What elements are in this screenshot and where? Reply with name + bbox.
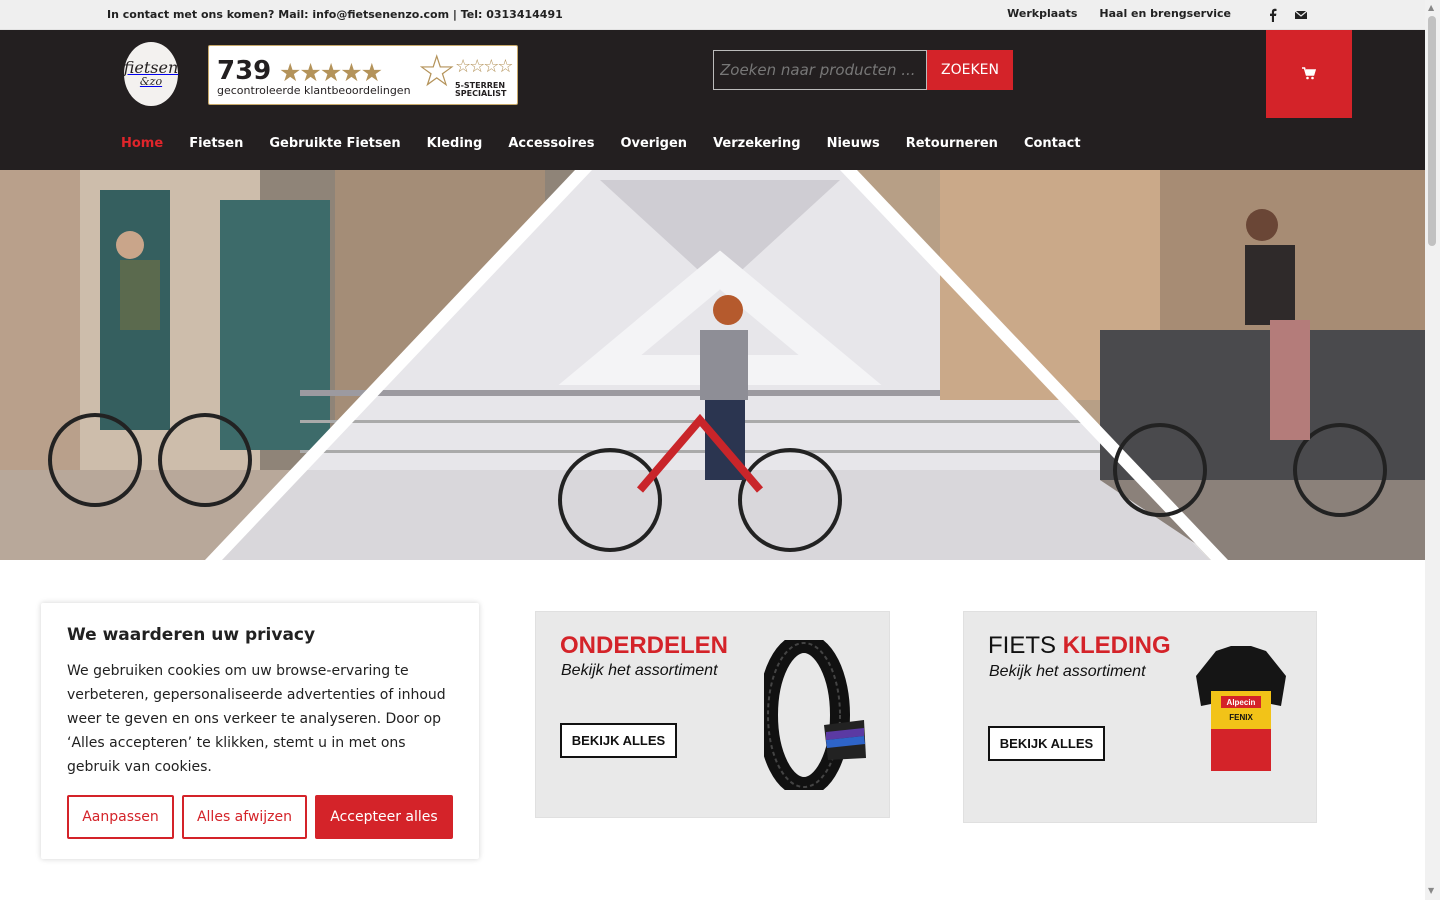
promo-subtitle: Bekijk het assortiment	[989, 663, 1146, 680]
logo-text-1: fietsen	[123, 58, 179, 77]
nav-accessoires[interactable]: Accessoires	[495, 136, 607, 151]
promo-card-onderdelen[interactable]: ONDERDELEN Bekijk het assortiment BEKIJK…	[535, 611, 890, 818]
badge-text: 5-STERREN SPECIALIST	[455, 81, 507, 98]
nav-gebruikte-fietsen[interactable]: Gebruikte Fietsen	[256, 136, 413, 151]
top-bar: In contact met ons komen? Mail: info@fie…	[0, 0, 1425, 30]
top-links: Werkplaats Haal en brengservice	[985, 7, 1231, 20]
cookie-consent-dialog: We waarderen uw privacy We gebruiken coo…	[41, 603, 479, 859]
scroll-up-icon[interactable]: ▲	[1428, 3, 1434, 12]
hero-banner	[0, 170, 1425, 560]
tire-image	[764, 640, 866, 790]
link-haal-en-brengservice[interactable]: Haal en brengservice	[1099, 7, 1231, 20]
review-label: gecontroleerde klantbeoordelingen	[217, 84, 411, 97]
search-form: ZOEKEN	[713, 50, 1013, 90]
promo-title: FIETS KLEDING	[988, 632, 1171, 659]
bekijk-alles-button[interactable]: BEKIJK ALLES	[988, 726, 1105, 761]
big-star-icon: ☆	[417, 46, 457, 97]
cart-button[interactable]	[1266, 30, 1352, 118]
svg-text:FENIX: FENIX	[1229, 713, 1253, 722]
nav-home[interactable]: Home	[108, 136, 176, 151]
social-links	[1266, 7, 1308, 22]
logo-text-2: &zo	[139, 75, 163, 88]
hero-image	[0, 170, 1425, 560]
nav-overigen[interactable]: Overigen	[607, 136, 700, 151]
contact-info: In contact met ons komen? Mail: info@fie…	[107, 8, 563, 21]
nav-contact[interactable]: Contact	[1011, 136, 1094, 151]
scroll-down-icon[interactable]: ▼	[1428, 886, 1434, 895]
rating-stars-icon: ★★★★★	[279, 58, 383, 87]
main-nav: Home Fietsen Gebruikte Fietsen Kleding A…	[108, 136, 1094, 151]
jersey-image: Alpecin FENIX	[1196, 646, 1286, 771]
mail-icon[interactable]	[1294, 7, 1308, 21]
site-logo[interactable]: fietsen &zo	[124, 42, 178, 106]
nav-nieuws[interactable]: Nieuws	[814, 136, 893, 151]
review-count: 739	[217, 56, 272, 86]
cart-icon	[1302, 65, 1317, 84]
promo-title: ONDERDELEN	[560, 632, 729, 659]
promo-card-fiets-kleding[interactable]: FIETS KLEDING Bekijk het assortiment BEK…	[963, 611, 1317, 823]
cookie-title: We waarderen uw privacy	[67, 625, 316, 645]
nav-verzekering[interactable]: Verzekering	[700, 136, 814, 151]
svg-text:Alpecin: Alpecin	[1227, 698, 1256, 707]
customize-cookies-button[interactable]: Aanpassen	[67, 795, 174, 839]
search-button[interactable]: ZOEKEN	[927, 50, 1013, 90]
nav-kleding[interactable]: Kleding	[414, 136, 496, 151]
five-star-specialist-badge: ☆ ☆☆☆☆ 5-STERREN SPECIALIST	[417, 46, 514, 100]
bekijk-alles-button[interactable]: BEKIJK ALLES	[560, 723, 677, 758]
reject-all-button[interactable]: Alles afwijzen	[182, 795, 307, 839]
accept-all-button[interactable]: Accepteer alles	[315, 795, 453, 839]
small-stars-icon: ☆☆☆☆	[455, 56, 514, 77]
search-input[interactable]	[713, 50, 927, 90]
review-widget[interactable]: 739 ★★★★★ gecontroleerde klantbeoordelin…	[208, 45, 518, 105]
link-werkplaats[interactable]: Werkplaats	[1007, 7, 1077, 20]
nav-retourneren[interactable]: Retourneren	[893, 136, 1011, 151]
nav-fietsen[interactable]: Fietsen	[176, 136, 256, 151]
page-scrollbar[interactable]: ▲ ▼	[1425, 0, 1440, 900]
promo-subtitle: Bekijk het assortiment	[561, 662, 718, 679]
cookie-text: We gebruiken cookies om uw browse-ervari…	[67, 663, 446, 775]
facebook-icon[interactable]	[1266, 7, 1280, 22]
scrollbar-thumb[interactable]	[1428, 16, 1436, 246]
